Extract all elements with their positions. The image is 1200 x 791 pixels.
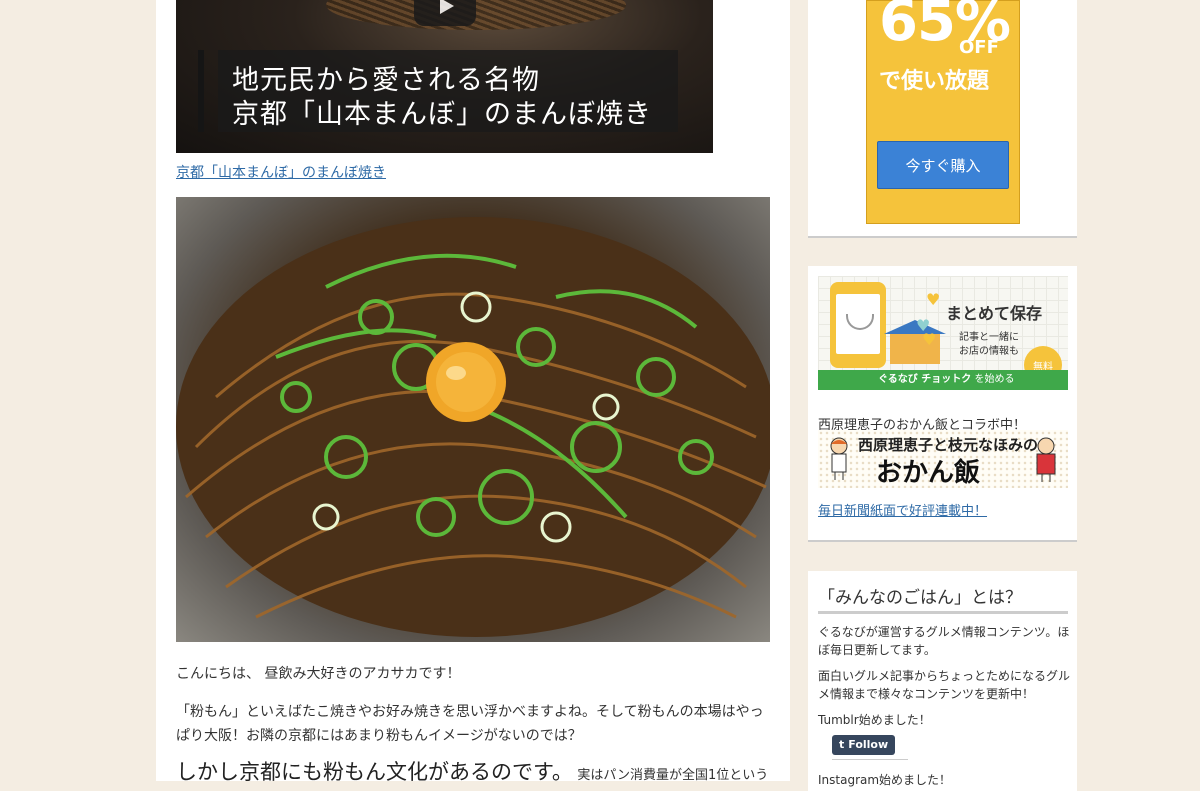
instagram-text: Instagram始めました！ bbox=[818, 773, 952, 787]
chottoku-strip: ぐるなび チョットク を始める bbox=[818, 370, 1068, 390]
chottoku-line2: お店の情報も bbox=[959, 346, 1019, 357]
chottoku-banner[interactable]: ♥ ♥ ♥ まとめて保存 記事と一緒に お店の情報も 無料 ぐるなび チョットク… bbox=[818, 276, 1068, 390]
character-icon bbox=[830, 437, 848, 480]
chottoku-start: を始める bbox=[974, 374, 1015, 385]
video-caption-line2: 京都「山本まんぼ」のまんぼ焼き bbox=[232, 99, 652, 130]
okan-banner[interactable]: 西原理恵子と枝元なほみの おかん飯 bbox=[818, 430, 1068, 488]
heart-icon: ♥ bbox=[922, 330, 937, 349]
about-text-2: 面白いグルメ記事からちょっとためになるグルメ情報まで様々なコンテンツを更新中！ bbox=[818, 669, 1071, 701]
follow-label: Follow bbox=[848, 738, 889, 751]
article-paragraph-3-text: 実はパン消費量が全国1位という bbox=[577, 768, 769, 781]
video-embed[interactable]: 地元民から愛される名物 京都「山本まんぼ」のまんぼ焼き bbox=[176, 0, 713, 153]
tumblr-follow-button[interactable]: t Follow bbox=[832, 735, 896, 755]
chottoku-line1: 記事と一緒に bbox=[959, 332, 1019, 343]
video-link[interactable]: 京都「山本まんぼ」のまんぼ焼き bbox=[176, 162, 386, 182]
article-paragraph-1: こんにちは、 昼飲み大好きのアカサカです！ bbox=[176, 666, 461, 682]
about-text-1: ぐるなびが運営するグルメ情報コンテンツ。ほぼ毎日更新してます。 bbox=[818, 625, 1070, 657]
caption-accent-bar bbox=[198, 50, 204, 132]
sidebar-about-widget: 「みんなのごはん」とは？ ぐるなびが運営するグルメ情報コンテンツ。ほぼ毎日更新し… bbox=[808, 571, 1077, 791]
ad-banner[interactable]: 65% OFF で使い放題 今すぐ購入 bbox=[866, 0, 1020, 224]
tumblr-icon: t bbox=[839, 738, 845, 751]
about-heading: 「みんなのごはん」とは？ bbox=[818, 583, 1068, 614]
ad-unlimited: で使い放題 bbox=[879, 69, 990, 94]
chottoku-title: まとめて保存 bbox=[946, 304, 1043, 323]
tumblr-text: Tumblr始めました！ bbox=[818, 713, 931, 727]
sidebar-ad-widget: 65% OFF で使い放題 今すぐ購入 bbox=[808, 0, 1077, 238]
chottoku-brand: ぐるなび チョットク bbox=[878, 374, 972, 385]
mainichi-link[interactable]: 毎日新聞紙面で好評連載中！ bbox=[818, 500, 987, 519]
character-icon bbox=[1036, 437, 1056, 482]
article-paragraph-3: しかし京都にも粉もん文化があるのです。 実はパン消費量が全国1位という bbox=[176, 760, 772, 781]
divider bbox=[832, 759, 908, 760]
main-content: 地元民から愛される名物 京都「山本まんぼ」のまんぼ焼き 京都「山本まんぼ」のまん… bbox=[156, 0, 790, 781]
buy-now-button[interactable]: 今すぐ購入 bbox=[877, 141, 1009, 189]
video-thumbnail-food bbox=[326, 0, 626, 30]
heart-icon: ♥ bbox=[926, 290, 941, 309]
article-photo bbox=[176, 197, 770, 642]
sidebar-promo-widget: ♥ ♥ ♥ まとめて保存 記事と一緒に お店の情報も 無料 ぐるなび チョットク… bbox=[808, 266, 1077, 542]
article-paragraph-2: 「粉もん」といえばたこ焼きやお好み焼きを思い浮かべますよね。そして粉もんの本場は… bbox=[176, 704, 764, 744]
article-subheading: しかし京都にも粉もん文化があるのです。 bbox=[176, 760, 573, 781]
okan-title: おかん飯 bbox=[876, 458, 981, 488]
ad-off: OFF bbox=[959, 37, 999, 58]
play-icon[interactable] bbox=[414, 0, 476, 26]
